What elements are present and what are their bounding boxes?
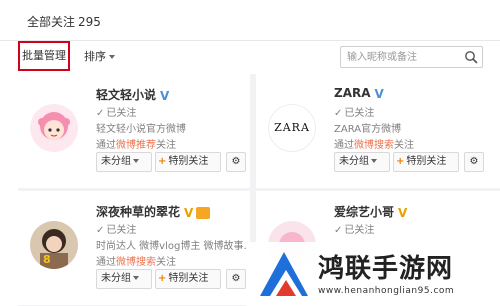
follow-count: 295 (78, 15, 101, 29)
followed-status: ✓ 已关注 (334, 225, 375, 236)
sort-label: 排序 (84, 50, 106, 63)
verified-icon: V (184, 205, 194, 220)
follow-source-link[interactable]: 微博搜索 (354, 140, 394, 151)
follow-source: 通过微博推荐关注 (96, 140, 176, 151)
search-input[interactable] (347, 49, 459, 65)
user-name[interactable]: 轻文轻小说 V (96, 86, 169, 103)
verified-icon: V (160, 88, 170, 103)
plus-icon: + (396, 156, 405, 167)
follow-source: 通过微博搜索关注 (96, 257, 176, 268)
special-follow-button[interactable]: + 特别关注 (155, 152, 221, 172)
sort-dropdown[interactable]: 排序 (84, 48, 115, 64)
watermark-url: www.henanhonglian95.com (318, 286, 455, 296)
plus-icon: + (158, 156, 167, 167)
avatar[interactable]: ZARA (268, 104, 316, 152)
user-name[interactable]: 深夜种草的翠花 V (96, 203, 211, 220)
follow-source: 通过微博搜索关注 (334, 140, 414, 151)
svg-text:8: 8 (43, 253, 51, 266)
followed-status: ✓ 已关注 (334, 108, 375, 119)
gear-icon[interactable]: ⚙ (226, 152, 246, 172)
watermark-logo (260, 252, 308, 296)
followed-status: ✓ 已关注 (96, 225, 137, 236)
watermark: 鸿联手游网 www.henanhonglian95.com (246, 242, 500, 306)
search-box (340, 46, 483, 68)
check-icon: ✓ (96, 108, 105, 119)
group-select[interactable]: 未分组 (96, 269, 152, 289)
group-select[interactable]: 未分组 (96, 152, 152, 172)
watermark-text: 鸿联手游网 (318, 254, 454, 284)
page-title-text: 全部关注 (27, 15, 76, 29)
followed-status: ✓ 已关注 (96, 108, 137, 119)
user-name[interactable]: 爱综艺小哥 V (334, 203, 407, 220)
follow-source-link[interactable]: 微博推荐 (116, 140, 156, 151)
verified-icon: V (374, 86, 384, 101)
zara-logo: ZARA (274, 121, 310, 134)
follow-card: ZARA ZARA V ✓ 已关注 ZARA官方微博 通过微博搜索关注 未分组 + 特… (256, 74, 500, 188)
user-description: 轻文轻小说官方微博 (96, 124, 186, 135)
user-name-text: 轻文轻小说 (96, 88, 157, 102)
chevron-down-icon (371, 159, 377, 163)
avatar[interactable]: 8 (30, 221, 78, 269)
page-title: 全部关注 295 (27, 13, 101, 30)
gear-icon[interactable]: ⚙ (226, 269, 246, 289)
user-name-text: 深夜种草的翠花 (96, 205, 181, 219)
group-select[interactable]: 未分组 (334, 152, 390, 172)
special-follow-button[interactable]: + 特别关注 (393, 152, 459, 172)
special-follow-button[interactable]: + 特别关注 (155, 269, 221, 289)
user-description: 时尚达人 微博vlog博主 微博故事... (96, 241, 246, 252)
check-icon: ✓ (334, 225, 343, 236)
page-header: 全部关注 295 (0, 0, 500, 41)
follow-source-link[interactable]: 微博搜索 (116, 257, 156, 268)
user-name[interactable]: ZARA V (334, 86, 384, 101)
check-icon: ✓ (96, 225, 105, 236)
member-badge-icon (196, 206, 211, 219)
avatar[interactable] (30, 104, 78, 152)
chevron-down-icon (133, 159, 139, 163)
follow-card: 轻文轻小说 V ✓ 已关注 轻文轻小说官方微博 通过微博推荐关注 未分组 + 特别关注… (18, 74, 250, 188)
user-description: ZARA官方微博 (334, 124, 402, 135)
verified-icon: V (398, 205, 408, 220)
search-icon[interactable] (464, 50, 478, 64)
gear-icon[interactable]: ⚙ (464, 152, 484, 172)
chevron-down-icon (109, 55, 115, 59)
check-icon: ✓ (334, 108, 343, 119)
batch-manage-button[interactable]: 批量管理 (18, 41, 70, 71)
plus-icon: + (158, 273, 167, 284)
chevron-down-icon (133, 276, 139, 280)
user-name-text: ZARA (334, 86, 371, 100)
user-name-text: 爱综艺小哥 (334, 205, 395, 219)
follow-card: 8 深夜种草的翠花 V ✓ 已关注 时尚达人 微博vlog博主 微博故事... 通过… (18, 191, 250, 305)
